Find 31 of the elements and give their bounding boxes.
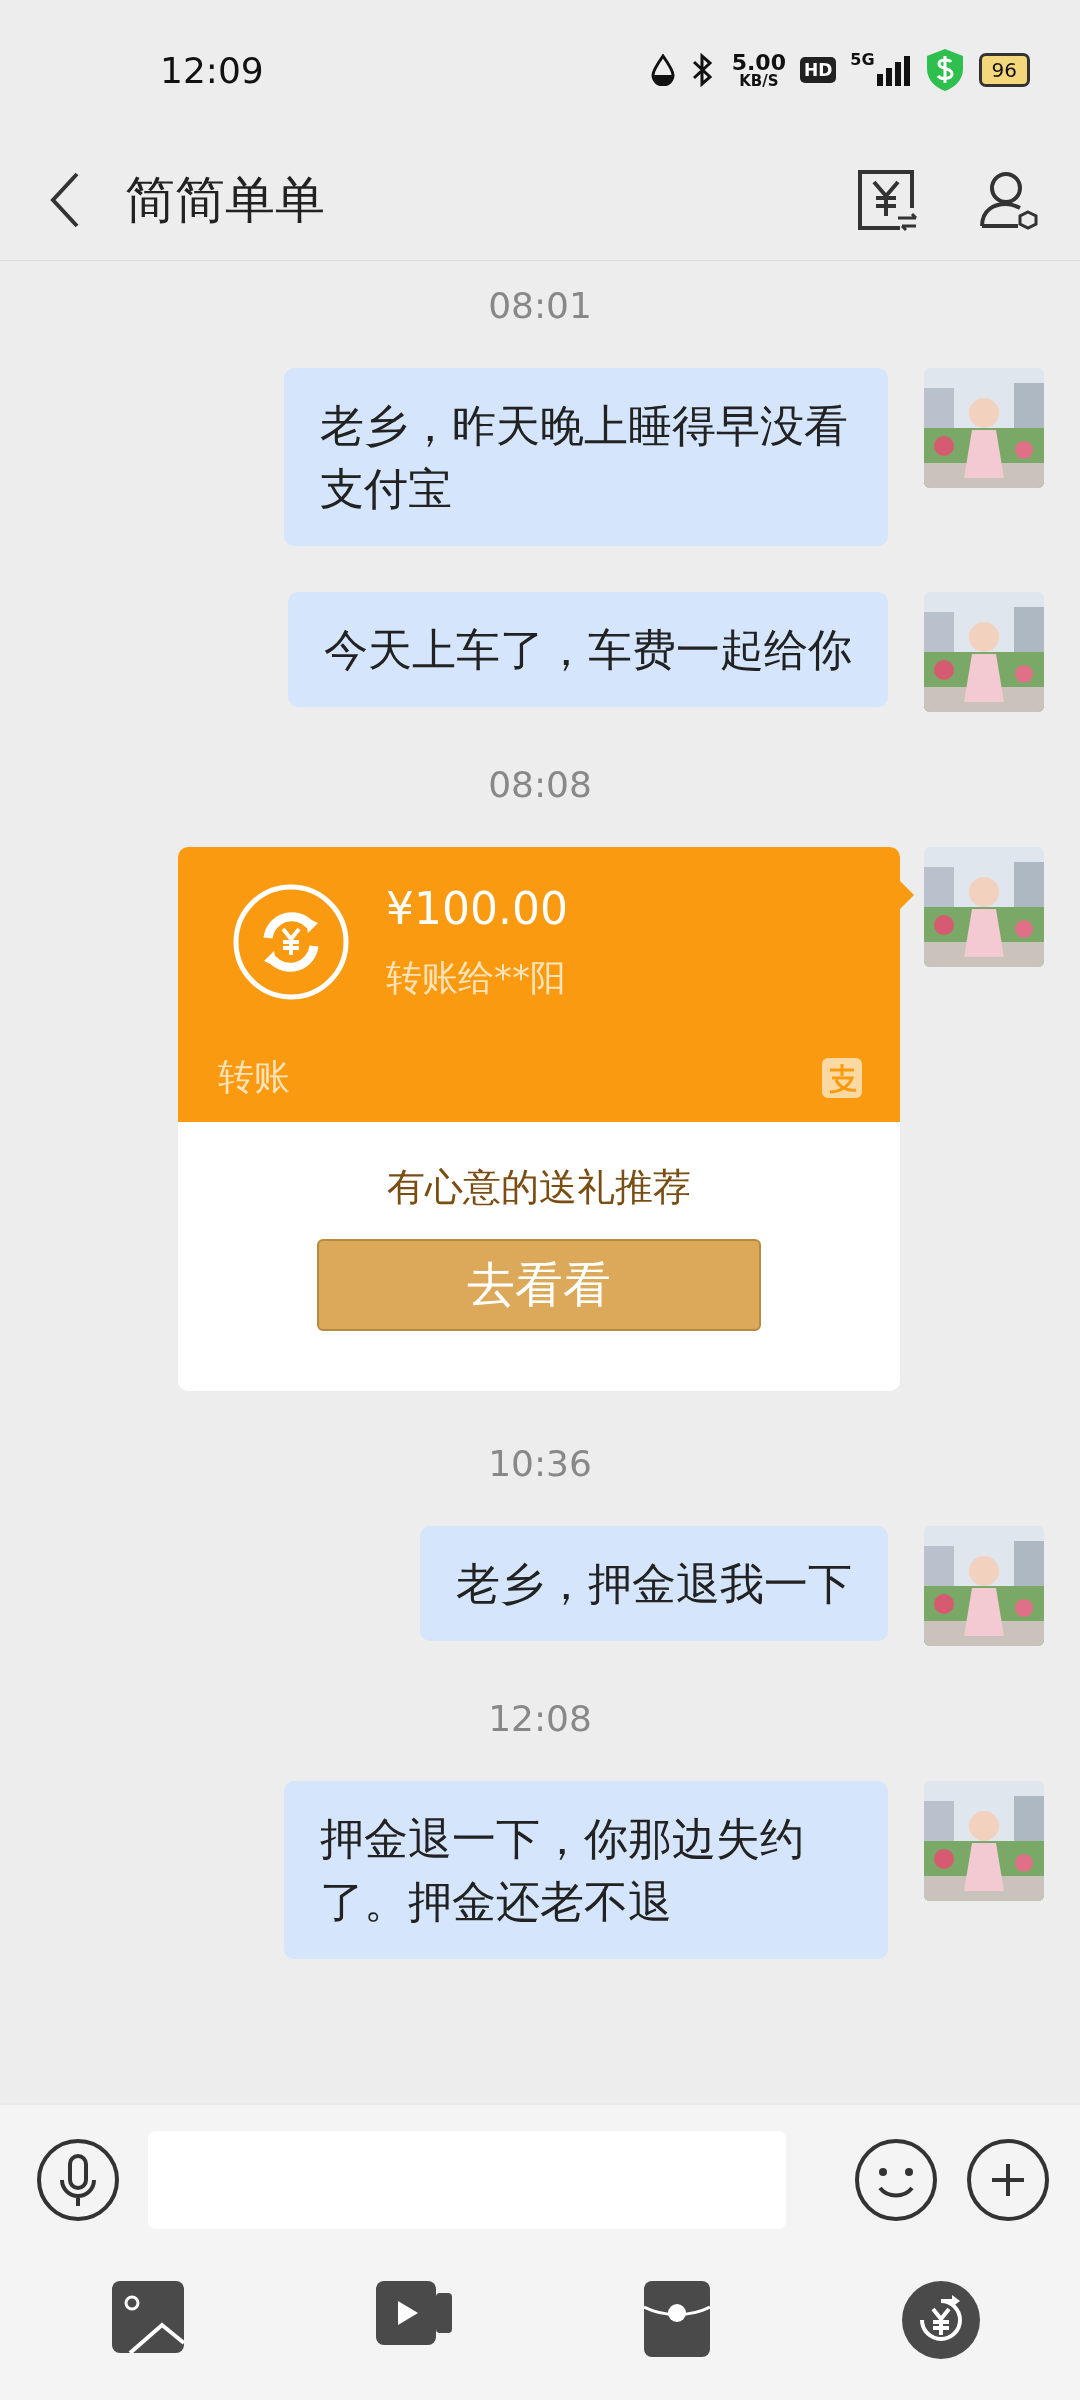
message-bubble: 老乡，押金退我一下 <box>420 1526 888 1641</box>
back-button[interactable] <box>50 172 80 228</box>
message-bubble: 押金退一下，你那边失约了。押金还老不退 <box>284 1781 888 1959</box>
timestamp: 10:36 <box>488 1443 592 1484</box>
promo-text: 有心意的送礼推荐 <box>387 1164 691 1211</box>
emoji-button[interactable] <box>854 2138 938 2222</box>
voice-button[interactable] <box>36 2138 120 2222</box>
message-bubble: 今天上车了，车费一起给你 <box>288 592 888 707</box>
shield-icon <box>924 47 965 93</box>
transfer-recipient: 转账给**阳 <box>386 956 567 1000</box>
envelope-button[interactable] <box>644 2281 710 2359</box>
add-button[interactable] <box>966 2138 1050 2222</box>
drop-icon <box>649 54 676 86</box>
network-type: 5G <box>850 49 875 69</box>
transfer-amount: ¥100.00 <box>386 883 568 934</box>
timestamp: 12:08 <box>488 1698 592 1739</box>
timestamp: 08:08 <box>488 764 592 805</box>
status-time: 12:09 <box>160 49 265 91</box>
timestamp: 08:01 <box>488 285 592 326</box>
hd-badge: HD <box>799 57 837 83</box>
chat-title: 简简单单 <box>125 169 326 231</box>
profile-settings-button[interactable] <box>978 170 1040 230</box>
transfer-label: 转账 <box>218 1055 290 1099</box>
transfer-button[interactable] <box>902 2281 980 2359</box>
transfer-icon <box>232 883 350 1001</box>
speed-unit: KB/S <box>739 73 779 89</box>
network-speed: 5.00 <box>731 51 786 74</box>
battery-level: 96 <box>978 53 1030 87</box>
payment-logo-icon <box>822 1057 862 1098</box>
message-bubble: 老乡，昨天晚上睡得早没看支付宝 <box>284 368 888 546</box>
signal-icon <box>876 54 911 86</box>
